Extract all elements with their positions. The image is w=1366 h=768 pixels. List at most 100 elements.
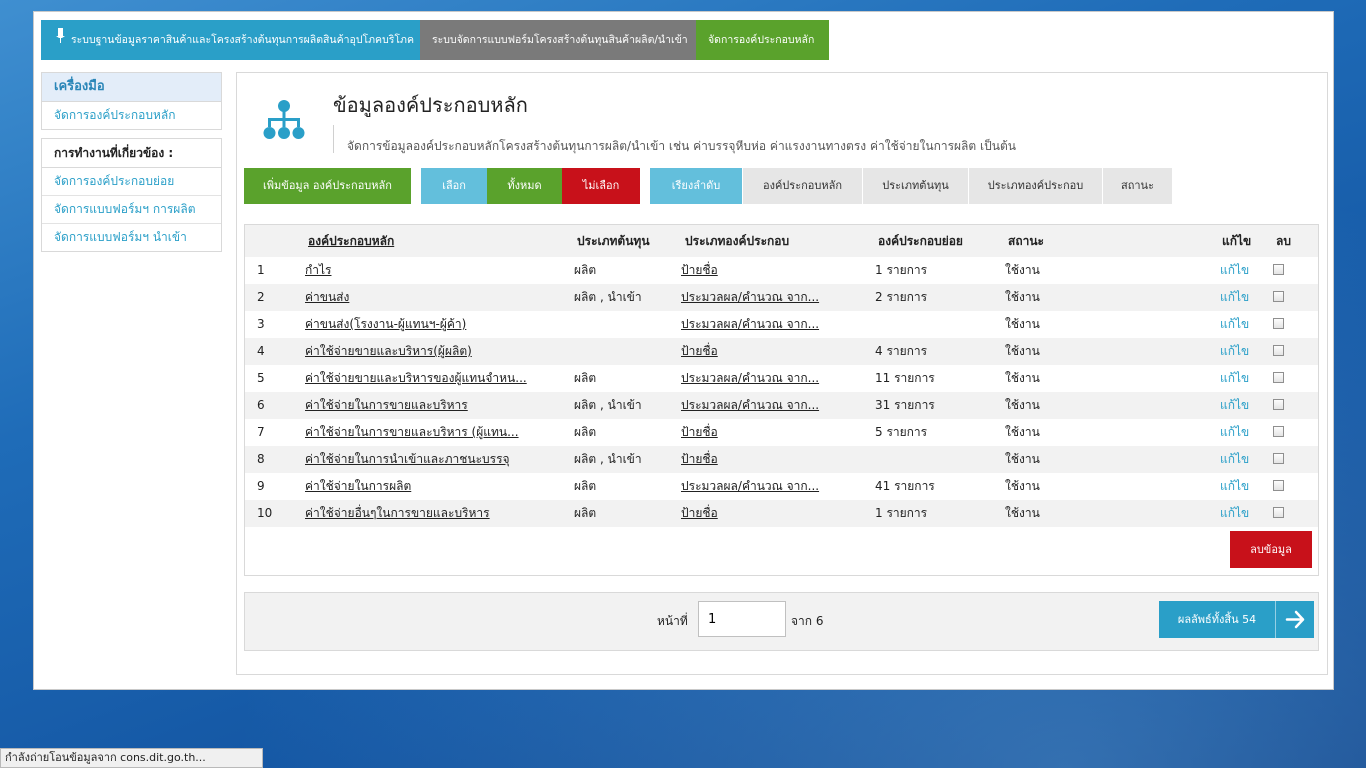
column-header-status: สถานะ (1008, 234, 1044, 248)
row-delete-checkbox[interactable] (1273, 507, 1284, 518)
page-title: ข้อมูลองค์ประกอบหลัก (333, 93, 528, 117)
total-results-button[interactable]: ผลลัพธ์ทั้งสิ้น 54 (1159, 601, 1314, 638)
component-name-link[interactable]: ค่าใช้จ่ายอื่นๆในการขายและบริหาร (305, 500, 490, 527)
edit-link[interactable]: แก้ไข (1220, 284, 1249, 311)
cost-type: ผลิต (574, 371, 597, 385)
select-none-button[interactable]: ไม่เลือก (562, 168, 640, 204)
component-type-link[interactable]: ป้ายชื่อ (681, 257, 718, 284)
row-delete-checkbox[interactable] (1273, 426, 1284, 437)
sub-component-count: 41 รายการ (875, 479, 935, 493)
status-text: ใช้งาน (1005, 317, 1040, 331)
sidebar-item-sub-components[interactable]: จัดการองค์ประกอบย่อย (42, 168, 221, 196)
component-name-link[interactable]: ค่าใช้จ่ายในการขายและบริหาร (305, 392, 468, 419)
component-type-link[interactable]: ประมวลผล/คำนวณ จาก... (681, 365, 819, 392)
sub-component-count: 4 รายการ (875, 344, 928, 358)
sub-component-count: 1 รายการ (875, 506, 928, 520)
table-row: 3 ค่าขนส่ง(โรงงาน-ผู้แทนฯ-ผู้ค้า) ประมวลผล… (245, 311, 1318, 338)
component-name-link[interactable]: ค่าใช้จ่ายในการผลิต (305, 473, 411, 500)
row-delete-checkbox[interactable] (1273, 399, 1284, 410)
nav-tab-price-database-label: ระบบฐานข้อมูลราคาสินค้าและโครงสร้างต้นทุ… (71, 34, 414, 46)
sort-by-status-button[interactable]: สถานะ (1102, 168, 1172, 204)
edit-link[interactable]: แก้ไข (1220, 500, 1249, 527)
component-name-link[interactable]: กำไร (305, 257, 331, 284)
row-delete-checkbox[interactable] (1273, 264, 1284, 275)
component-type-link[interactable]: ประมวลผล/คำนวณ จาก... (681, 284, 819, 311)
table-row: 7 ค่าใช้จ่ายในการขายและบริหาร (ผู้แทน... ผ… (245, 419, 1318, 446)
sub-component-count: 31 รายการ (875, 398, 935, 412)
page-label: หน้าที่ (657, 614, 688, 628)
browser-status-bar: กำลังถ่ายโอนข้อมูลจาก cons.dit.go.th... (0, 748, 263, 768)
row-number: 3 (257, 317, 265, 331)
nav-tab-form-management[interactable]: ระบบจัดการแบบฟอร์มโครงสร้างต้นทุนสินค้าผ… (420, 20, 696, 60)
row-delete-checkbox[interactable] (1273, 480, 1284, 491)
delete-selected-button[interactable]: ลบข้อมูล (1230, 531, 1312, 568)
column-header-edit: แก้ไข (1222, 234, 1252, 248)
edit-link[interactable]: แก้ไข (1220, 338, 1249, 365)
row-number: 6 (257, 398, 265, 412)
column-header-component-type: ประเภทองค์ประกอบ (685, 234, 790, 248)
table-header: องค์ประกอบหลัก ประเภทต้นทุน ประเภทองค์ปร… (245, 225, 1318, 257)
status-text: ใช้งาน (1005, 452, 1040, 466)
row-delete-checkbox[interactable] (1273, 372, 1284, 383)
component-type-link[interactable]: ประมวลผล/คำนวณ จาก... (681, 392, 819, 419)
row-delete-checkbox[interactable] (1273, 453, 1284, 464)
edit-link[interactable]: แก้ไข (1220, 311, 1249, 338)
component-name-link[interactable]: ค่าขนส่ง (305, 284, 349, 311)
component-name-link[interactable]: ค่าใช้จ่ายในการขายและบริหาร (ผู้แทน... (305, 419, 519, 446)
arrow-right-icon[interactable] (1275, 601, 1314, 638)
edit-link[interactable]: แก้ไข (1220, 365, 1249, 392)
table-row: 2 ค่าขนส่ง ผลิต , นำเข้า ประมวลผล/คำนวณ จาก… (245, 284, 1318, 311)
sort-by-component-button[interactable]: องค์ประกอบหลัก (742, 168, 862, 204)
table-row: 4 ค่าใช้จ่ายขายและบริหาร(ผู้ผลิต) ป้ายชื่อ… (245, 338, 1318, 365)
component-name-link[interactable]: ค่าใช้จ่ายขายและบริหารของผู้แทนจำหน... (305, 365, 527, 392)
sort-by-component-type-button[interactable]: ประเภทองค์ประกอบ (968, 168, 1102, 204)
pin-icon (55, 20, 67, 60)
row-number: 10 (257, 506, 273, 520)
status-text: ใช้งาน (1005, 425, 1040, 439)
component-name-link[interactable]: ค่าขนส่ง(โรงงาน-ผู้แทนฯ-ผู้ค้า) (305, 311, 466, 338)
column-header-sub-components: องค์ประกอบย่อย (878, 234, 963, 248)
component-type-link[interactable]: ป้ายชื่อ (681, 419, 718, 446)
edit-link[interactable]: แก้ไข (1220, 419, 1249, 446)
edit-link[interactable]: แก้ไข (1220, 392, 1249, 419)
row-number: 5 (257, 371, 265, 385)
sidebar-item-import-forms[interactable]: จัดการแบบฟอร์มฯ นำเข้า (42, 224, 221, 251)
status-text: ใช้งาน (1005, 398, 1040, 412)
nav-tab-price-database[interactable]: ระบบฐานข้อมูลราคาสินค้าและโครงสร้างต้นทุ… (41, 20, 420, 60)
select-all-button[interactable]: ทั้งหมด (487, 168, 562, 204)
table-row: 1 กำไร ผลิต ป้ายชื่อ 1 รายการ ใช้งาน แก้ไข (245, 257, 1318, 284)
edit-link[interactable]: แก้ไข (1220, 257, 1249, 284)
column-header-name[interactable]: องค์ประกอบหลัก (308, 225, 394, 257)
edit-link[interactable]: แก้ไข (1220, 473, 1249, 500)
row-delete-checkbox[interactable] (1273, 291, 1284, 302)
sub-component-count: 5 รายการ (875, 425, 928, 439)
component-type-link[interactable]: ป้ายชื่อ (681, 338, 718, 365)
table-row: 5 ค่าใช้จ่ายขายและบริหารของผู้แทนจำหน... ผ… (245, 365, 1318, 392)
sidebar-item-production-forms[interactable]: จัดการแบบฟอร์มฯ การผลิต (42, 196, 221, 224)
component-type-link[interactable]: ประมวลผล/คำนวณ จาก... (681, 473, 819, 500)
component-type-link[interactable]: ประมวลผล/คำนวณ จาก... (681, 311, 819, 338)
sort-label: เรียงลำดับ (650, 168, 742, 204)
add-component-button[interactable]: เพิ่มข้อมูล องค์ประกอบหลัก (244, 168, 411, 204)
row-number: 1 (257, 263, 265, 277)
page-number-input[interactable] (698, 601, 786, 637)
component-name-link[interactable]: ค่าใช้จ่ายขายและบริหาร(ผู้ผลิต) (305, 338, 472, 365)
pagination-bar: หน้าที่ จาก 6 ผลลัพธ์ทั้งสิ้น 54 (244, 592, 1319, 651)
component-name-link[interactable]: ค่าใช้จ่ายในการนำเข้าและภาชนะบรรจุ (305, 446, 510, 473)
sidebar-related-heading: การทำงานที่เกี่ยวข้อง : (42, 139, 221, 168)
edit-link[interactable]: แก้ไข (1220, 446, 1249, 473)
row-delete-checkbox[interactable] (1273, 318, 1284, 329)
row-delete-checkbox[interactable] (1273, 345, 1284, 356)
table-row: 8 ค่าใช้จ่ายในการนำเข้าและภาชนะบรรจุ ผลิต … (245, 446, 1318, 473)
sort-by-cost-type-button[interactable]: ประเภทต้นทุน (862, 168, 968, 204)
sidebar-item-main-components[interactable]: จัดการองค์ประกอบหลัก (42, 102, 221, 129)
nav-tab-main-components[interactable]: จัดการองค์ประกอบหลัก (696, 20, 829, 60)
select-label-button[interactable]: เลือก (421, 168, 487, 204)
cost-type: ผลิต (574, 425, 597, 439)
cost-type: ผลิต (574, 479, 597, 493)
sidebar: เครื่องมือ จัดการองค์ประกอบหลัก การทำงาน… (41, 72, 222, 260)
component-type-link[interactable]: ป้ายชื่อ (681, 446, 718, 473)
component-type-link[interactable]: ป้ายชื่อ (681, 500, 718, 527)
page-count-label: จาก 6 (791, 614, 824, 628)
status-text: ใช้งาน (1005, 371, 1040, 385)
